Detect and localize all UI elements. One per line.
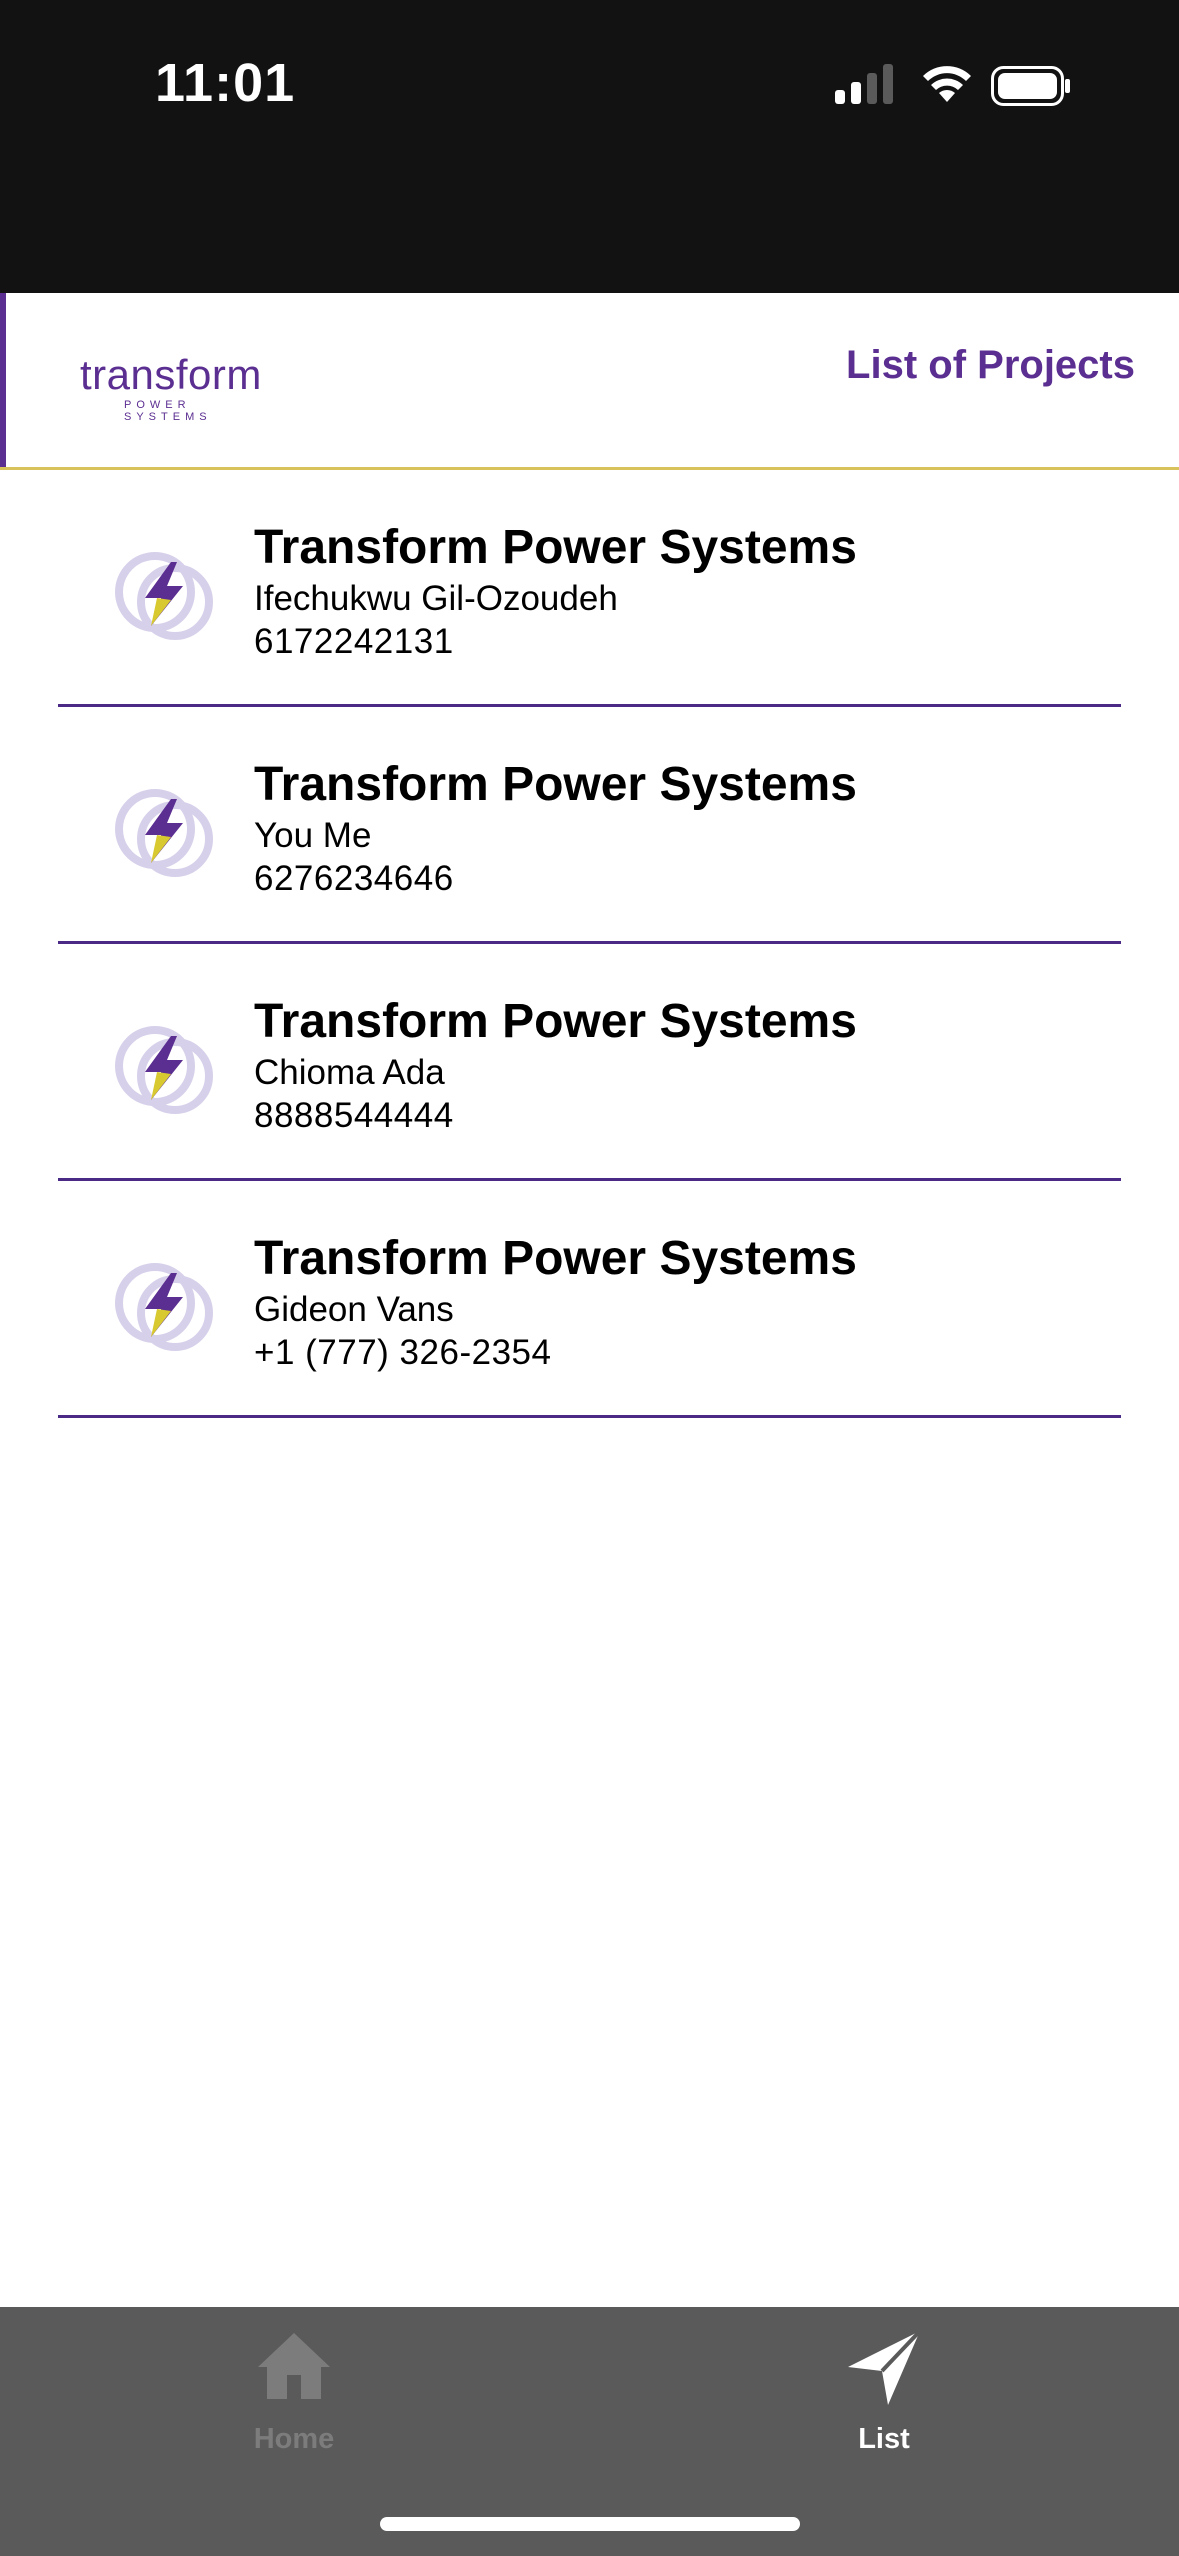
send-icon	[848, 2329, 922, 2405]
project-phone: +1 (777) 326-2354	[254, 1333, 552, 1372]
project-contact: You Me	[254, 816, 372, 855]
app-header: transform POWER SYSTEMS List of Projects	[0, 293, 1179, 470]
project-phone: 6172242131	[254, 622, 454, 661]
battery-icon	[991, 66, 1070, 106]
company-logo-icon	[115, 1263, 213, 1351]
tab-home[interactable]: Home	[194, 2327, 394, 2467]
tab-home-label: Home	[253, 2423, 335, 2455]
home-icon	[258, 2333, 330, 2399]
tab-list[interactable]: List	[784, 2327, 984, 2467]
project-company: Transform Power Systems	[254, 1232, 857, 1285]
project-row[interactable]: Transform Power Systems Gideon Vans +1 (…	[0, 1181, 1179, 1418]
cellular-signal-icon	[835, 64, 893, 104]
project-contact: Gideon Vans	[254, 1290, 454, 1329]
logo-wordmark: transform	[80, 351, 262, 398]
logo-subtext: POWER SYSTEMS	[124, 399, 212, 423]
company-logo-icon	[115, 789, 213, 877]
status-bar: 11:01	[0, 0, 1179, 293]
project-contact: Chioma Ada	[254, 1053, 445, 1092]
project-row[interactable]: Transform Power Systems You Me 627623464…	[0, 707, 1179, 944]
transform-logo: transform POWER SYSTEMS	[80, 351, 270, 423]
row-divider	[58, 1415, 1121, 1418]
project-row[interactable]: Transform Power Systems Ifechukwu Gil-Oz…	[0, 470, 1179, 707]
project-contact: Ifechukwu Gil-Ozoudeh	[254, 579, 618, 618]
tab-list-label: List	[858, 2423, 910, 2455]
project-company: Transform Power Systems	[254, 521, 857, 574]
home-indicator	[380, 2517, 800, 2531]
wifi-icon	[923, 66, 971, 102]
company-logo-icon	[115, 1026, 213, 1114]
project-row[interactable]: Transform Power Systems Chioma Ada 88885…	[0, 944, 1179, 1181]
status-time: 11:01	[155, 53, 296, 113]
project-phone: 8888544444	[254, 1096, 454, 1135]
project-company: Transform Power Systems	[254, 758, 857, 811]
project-list: Transform Power Systems Ifechukwu Gil-Oz…	[0, 470, 1179, 1418]
project-company: Transform Power Systems	[254, 995, 857, 1048]
company-logo-icon	[115, 552, 213, 640]
page-title: List of Projects	[846, 343, 1135, 387]
project-phone: 6276234646	[254, 859, 454, 898]
